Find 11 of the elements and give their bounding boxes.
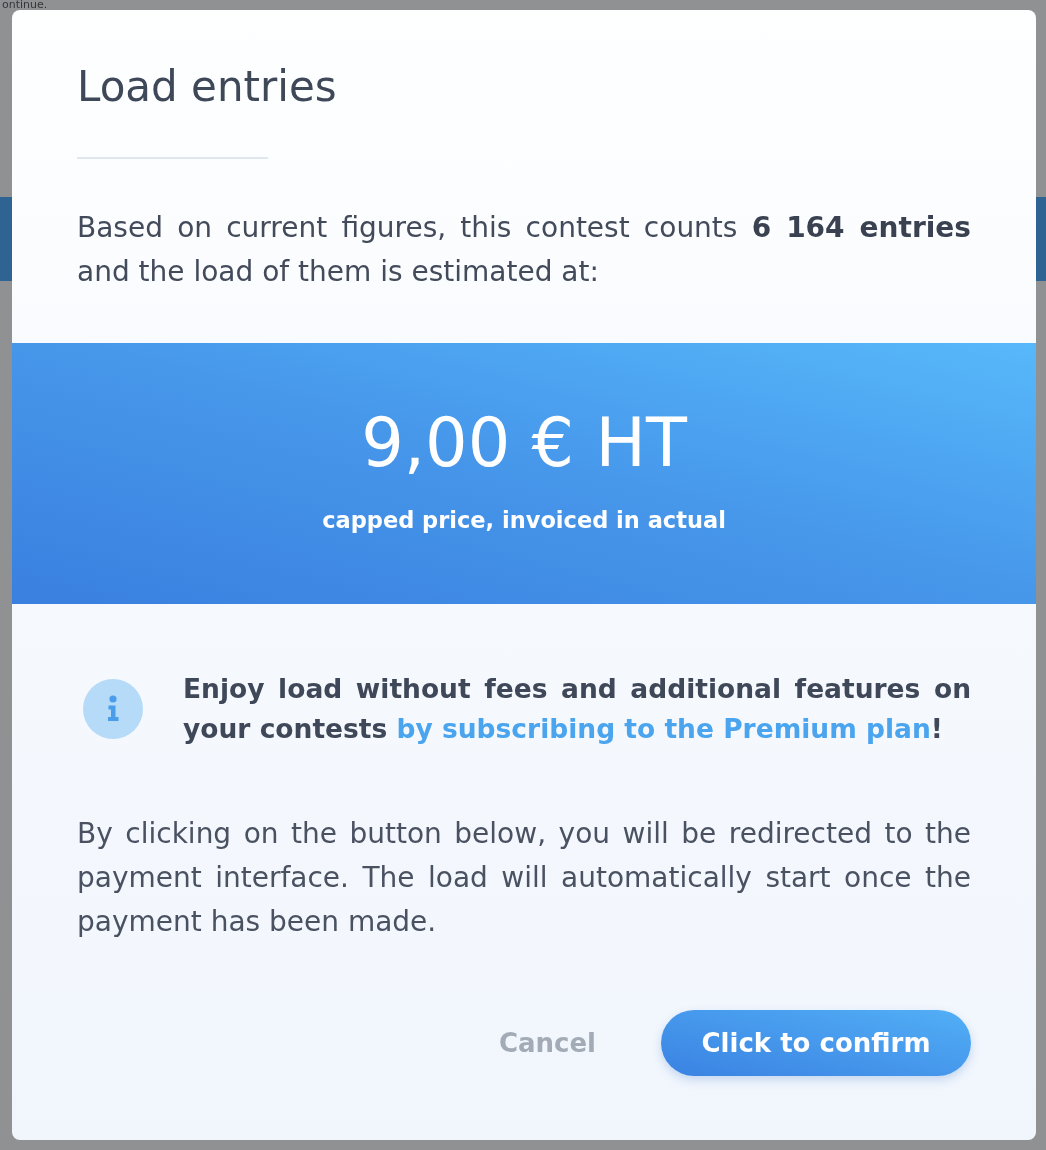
info-icon: [83, 679, 143, 739]
promo-text: Enjoy load without fees and additional features on your contests by subscribing to the Premium plan!: [183, 672, 971, 746]
price-amount: 9,00 € HT: [361, 403, 687, 483]
confirm-button[interactable]: Click to confirm: [661, 1010, 971, 1076]
notice-text: By clicking on the button below, you will be redirected to the payment interface. The load will automatically start once the payment has been made.: [77, 816, 971, 940]
dialog-title: Load entries: [77, 61, 338, 113]
price-note: capped price, invoiced in actual: [322, 506, 726, 535]
intro-text: Based on current figures, this contest counts 6 164 entries and the load of them is estimated at:: [77, 210, 971, 290]
background-text: ontinue.: [1, 0, 48, 10]
premium-link[interactable]: by subscribing to the Premium plan: [396, 713, 931, 744]
cancel-button[interactable]: Cancel: [498, 1026, 596, 1060]
